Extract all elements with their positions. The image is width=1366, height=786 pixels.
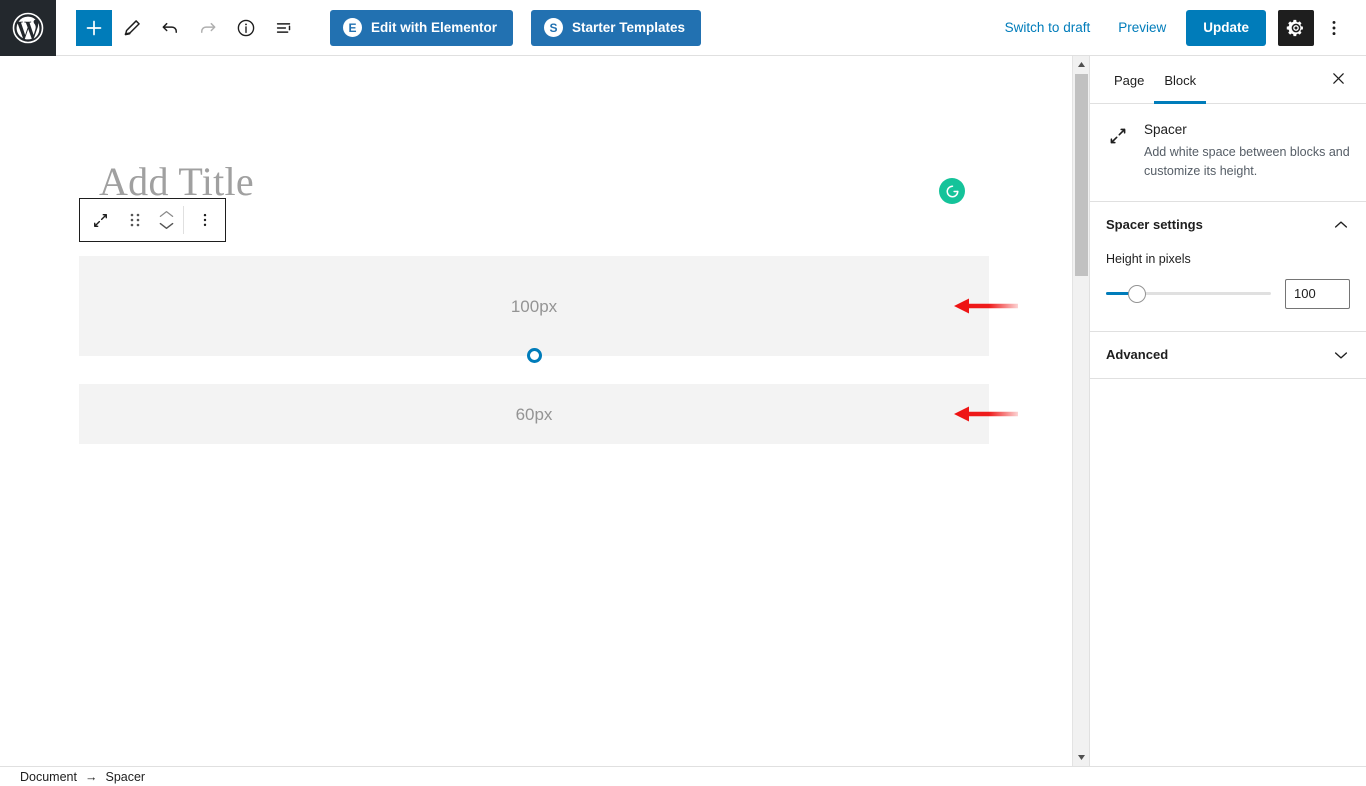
height-number-input[interactable] — [1285, 278, 1350, 309]
scrollbar-thumb[interactable] — [1075, 74, 1088, 276]
spacer-settings-panel-toggle[interactable]: Spacer settings — [1090, 202, 1366, 248]
block-options-button[interactable] — [184, 199, 225, 241]
edit-with-elementor-label: Edit with Elementor — [371, 20, 498, 35]
height-in-pixels-label: Height in pixels — [1106, 251, 1191, 266]
spacer-block-1[interactable]: 100px — [79, 256, 989, 356]
spacer-height-label: 100px — [510, 297, 558, 316]
scroll-down-arrow-icon[interactable] — [1073, 749, 1089, 766]
list-view-button[interactable] — [266, 10, 302, 46]
toolbar-right-group: Switch to draft Preview Update — [991, 9, 1366, 46]
preview-button[interactable]: Preview — [1104, 12, 1180, 43]
grammarly-icon[interactable] — [939, 178, 965, 204]
spacer-settings-panel-body: Height in pixels — [1090, 248, 1366, 332]
breadcrumb-separator: → — [84, 769, 98, 784]
details-info-button[interactable] — [228, 10, 264, 46]
chevron-up-icon — [159, 211, 173, 218]
block-toolbar — [79, 198, 226, 242]
add-block-button[interactable] — [76, 9, 112, 46]
breadcrumb-item-document[interactable]: Document — [20, 770, 77, 784]
block-tools-group — [76, 9, 302, 46]
tab-page[interactable]: Page — [1104, 73, 1154, 103]
move-up-button[interactable] — [158, 209, 175, 220]
redo-button[interactable] — [190, 10, 226, 46]
block-info-text: Spacer Add white space between blocks an… — [1144, 122, 1350, 181]
more-options-button[interactable] — [1316, 10, 1352, 46]
starter-templates-label: Starter Templates — [572, 20, 686, 35]
advanced-panel-title: Advanced — [1106, 347, 1169, 362]
breadcrumb-status-bar: Document → Spacer — [0, 766, 1366, 786]
settings-gear-button[interactable] — [1278, 9, 1314, 46]
block-info-description: Add white space between blocks and custo… — [1144, 145, 1350, 178]
sidebar-tabs: Page Block — [1090, 56, 1366, 104]
spacer-icon — [94, 213, 107, 227]
switch-to-draft-button[interactable]: Switch to draft — [991, 12, 1105, 43]
block-mover-group — [149, 199, 183, 241]
chevron-up-icon — [1332, 216, 1350, 234]
gear-icon — [1286, 19, 1303, 36]
chevron-down-icon — [159, 222, 173, 230]
advanced-panel-toggle[interactable]: Advanced — [1090, 332, 1366, 378]
block-info-card: Spacer Add white space between blocks an… — [1090, 104, 1366, 202]
update-button[interactable]: Update — [1186, 9, 1266, 46]
spacer-resize-handle[interactable] — [527, 348, 542, 363]
starter-templates-button[interactable]: S Starter Templates — [531, 9, 702, 46]
tab-block[interactable]: Block — [1154, 73, 1206, 104]
spacer-icon — [1106, 122, 1130, 181]
block-drag-handle-button[interactable] — [121, 199, 149, 241]
panel-divider — [1090, 377, 1366, 379]
kebab-menu-icon — [1332, 20, 1336, 35]
chevron-down-icon — [1332, 346, 1350, 364]
tools-pencil-button[interactable] — [114, 10, 150, 46]
move-down-button[interactable] — [158, 220, 175, 231]
breadcrumb-item-spacer[interactable]: Spacer — [105, 770, 145, 784]
canvas-scrollbar[interactable] — [1072, 56, 1089, 766]
editor-canvas: Add Title 100px 60px — [0, 56, 1072, 766]
elementor-icon: E — [343, 18, 362, 37]
wordpress-logo-icon[interactable] — [0, 0, 56, 56]
spacer-height-label: 60px — [515, 405, 553, 424]
close-icon — [1332, 72, 1344, 84]
height-slider[interactable] — [1106, 284, 1271, 304]
editor-top-toolbar: E Edit with Elementor S Starter Template… — [0, 0, 1366, 56]
spacer-block-2[interactable]: 60px — [79, 384, 989, 444]
height-control-row — [1106, 278, 1350, 309]
undo-button[interactable] — [152, 10, 188, 46]
block-info-title: Spacer — [1144, 122, 1187, 137]
kebab-menu-icon — [203, 213, 206, 227]
scroll-up-arrow-icon[interactable] — [1073, 56, 1089, 73]
spacer-settings-title: Spacer settings — [1106, 217, 1203, 232]
drag-handle-icon — [130, 213, 140, 227]
starter-templates-icon: S — [544, 18, 564, 37]
close-sidebar-button[interactable] — [1322, 62, 1354, 94]
settings-sidebar: Page Block Spacer Add white space betwee… — [1089, 56, 1366, 766]
slider-thumb[interactable] — [1128, 284, 1147, 303]
block-type-spacer-icon-button[interactable] — [80, 199, 121, 241]
edit-with-elementor-button[interactable]: E Edit with Elementor — [330, 9, 514, 46]
